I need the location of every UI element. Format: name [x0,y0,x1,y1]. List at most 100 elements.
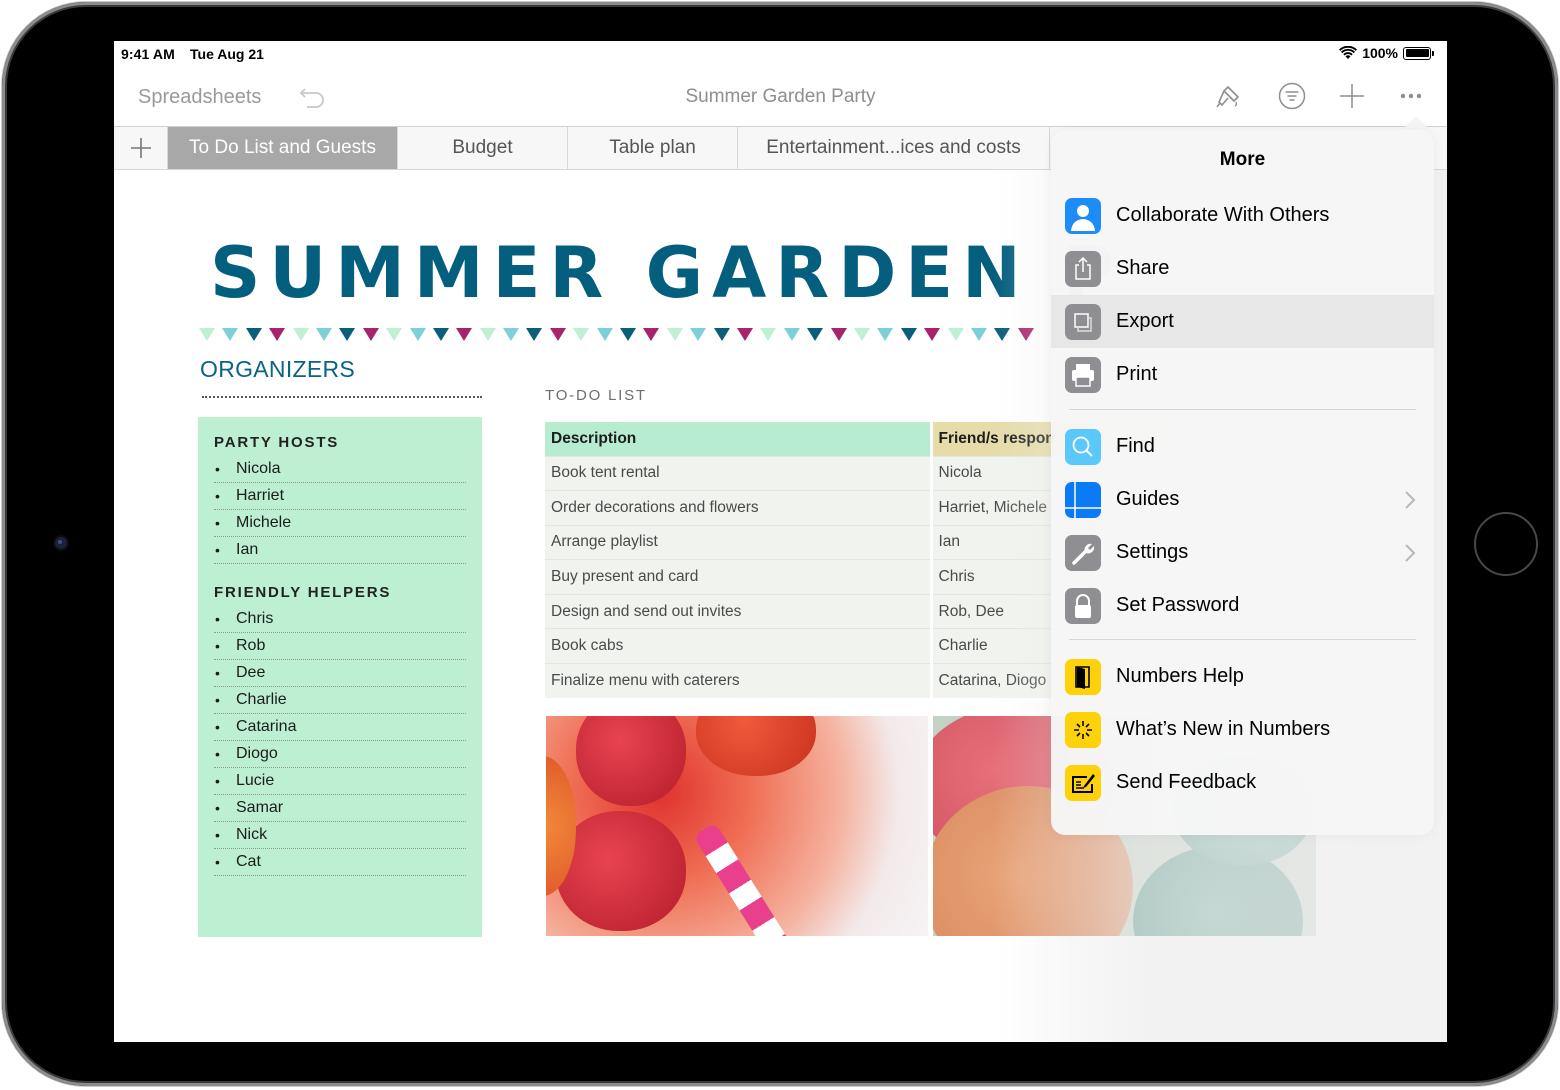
bunting-flag [315,328,332,341]
menu-item-export[interactable]: Export [1051,295,1434,348]
list-item[interactable]: • Cat [214,849,466,876]
bullet-icon: • [215,800,220,816]
cell-description[interactable]: Finalize menu with caterers [545,663,933,699]
more-menu-popover: More Collaborate With Others Share Expor… [1051,130,1434,835]
cell-description[interactable]: Order decorations and flowers [545,490,933,526]
bunting-flag [853,328,870,341]
menu-label: Settings [1116,541,1189,563]
list-item[interactable]: • Michele [214,510,466,537]
bunting-flag [783,328,800,341]
list-item[interactable]: • Ian [214,537,466,564]
bullet-icon: • [215,854,220,870]
list-item[interactable]: • Dee [214,660,466,687]
column-header-description[interactable]: Description [545,422,933,456]
tab-table-plan[interactable]: Table plan [568,127,738,169]
filter-icon[interactable] [1277,81,1307,111]
cell-description[interactable]: Book tent rental [545,455,933,491]
todo-list-label: TO-DO LIST [545,387,647,404]
undo-icon[interactable] [299,83,327,109]
bunting-flag [292,328,309,341]
add-sheet-button[interactable] [114,127,168,169]
bullet-icon: • [215,746,220,762]
bunting-flag [970,328,987,341]
spreadsheets-back-button[interactable]: Spreadsheets [138,86,261,109]
bullet-icon: • [215,773,220,789]
organizers-panel[interactable]: PARTY HOSTS • Nicola • Harriet • Michele • Ian … [198,417,482,937]
cell-description[interactable]: Arrange playlist [545,524,933,560]
bunting-flag [830,328,847,341]
list-item-label: Chris [236,610,274,627]
menu-item-guides[interactable]: Guides [1051,473,1434,526]
home-button[interactable] [1474,512,1538,576]
cell-description[interactable]: Book cabs [545,628,933,664]
tab-entertainment[interactable]: Entertainment...ices and costs [738,127,1050,169]
sheet-title[interactable]: SUMMER GARDEN P [210,232,1123,314]
paintbrush-icon[interactable] [1214,81,1244,111]
menu-item-set-password[interactable]: Set Password [1051,579,1434,632]
list-item[interactable]: • Catarina [214,714,466,741]
export-icon [1065,303,1101,340]
bullet-icon: • [215,638,220,654]
tab-to-do-list-and-guests[interactable]: To Do List and Guests [168,127,398,169]
toolbar: Spreadsheets Summer Garden Party [114,67,1447,126]
tab-budget[interactable]: Budget [398,127,568,169]
bullet-icon: • [215,719,220,735]
wifi-icon [1339,46,1358,59]
menu-item-share[interactable]: Share [1051,242,1434,295]
list-item-label: Diogo [236,745,278,762]
list-item-label: Rob [236,637,266,654]
plus-icon[interactable] [1337,81,1367,111]
lock-icon [1065,587,1101,624]
list-item[interactable]: • Samar [214,795,466,822]
bunting-flag [807,328,824,341]
drink-photo[interactable] [546,716,928,936]
list-item[interactable]: • Nicola [214,456,466,483]
bunting-flag [245,328,262,341]
guides-icon [1065,481,1101,518]
menu-item-settings[interactable]: Settings [1051,526,1434,579]
whats-new-icon [1065,711,1101,748]
popover-title: More [1219,149,1266,170]
list-item-label: Lucie [236,772,275,789]
bunting-decoration [199,328,1034,341]
bunting-flag [994,328,1011,341]
list-item[interactable]: • Rob [214,633,466,660]
bunting-flag [362,328,379,341]
menu-label: Find [1116,435,1155,457]
list-item[interactable]: • Diogo [214,741,466,768]
bunting-flag [199,328,215,341]
bullet-icon: • [215,515,220,531]
menu-item-collaborate[interactable]: Collaborate With Others [1051,189,1434,242]
status-bar: 9:41 AM Tue Aug 21 100% [114,41,1447,67]
bunting-flag [549,328,566,341]
bullet-icon: • [215,488,220,504]
bunting-flag [947,328,964,341]
list-item[interactable]: • Harriet [214,483,466,510]
list-item[interactable]: • Charlie [214,687,466,714]
battery-fill [1405,49,1429,57]
cell-description[interactable]: Buy present and card [545,559,933,595]
menu-label: Share [1116,257,1170,279]
bunting-flag [596,328,613,341]
menu-item-print[interactable]: Print [1051,348,1434,401]
list-item-label: Michele [236,514,292,531]
bullet-icon: • [215,827,220,843]
bullet-icon: • [215,665,220,681]
list-item[interactable]: • Nick [214,822,466,849]
organizers-heading: ORGANIZERS [200,356,356,382]
menu-item-whats-new[interactable]: What’s New in Numbers [1051,703,1434,756]
collaborate-icon [1065,197,1101,234]
list-item[interactable]: • Lucie [214,768,466,795]
cell-description[interactable]: Design and send out invites [545,593,933,629]
menu-item-find[interactable]: Find [1051,420,1434,473]
bunting-flag [643,328,660,341]
menu-item-send-feedback[interactable]: Send Feedback [1051,756,1434,809]
bunting-flag [503,328,520,341]
more-icon[interactable] [1397,81,1427,111]
list-item[interactable]: • Chris [214,606,466,633]
menu-item-numbers-help[interactable]: Numbers Help [1051,650,1434,703]
bunting-flag [269,328,286,341]
document-title[interactable]: Summer Garden Party [685,86,875,107]
bunting-flag [573,328,590,341]
bunting-flag [713,328,730,341]
